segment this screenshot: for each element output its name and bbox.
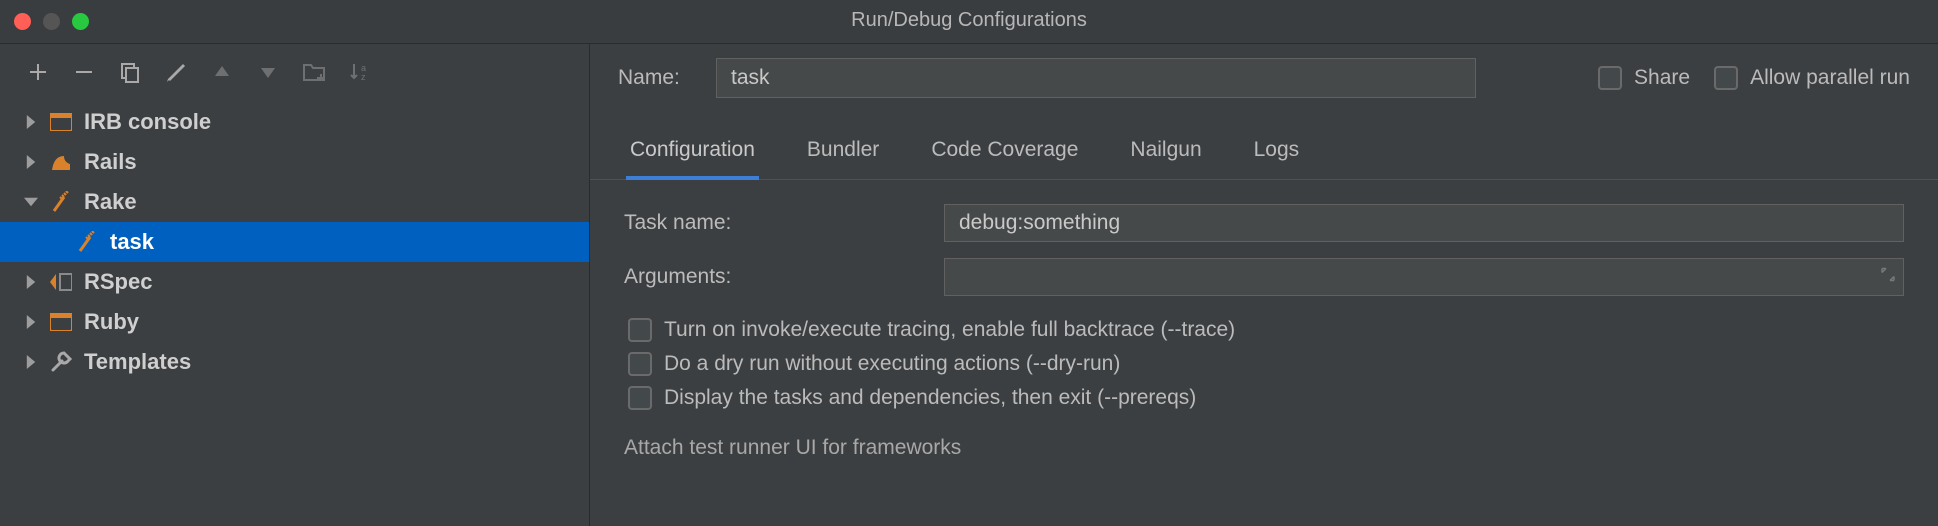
checkbox-label: Do a dry run without executing actions (… <box>664 352 1120 376</box>
dry-run-checkbox[interactable]: Do a dry run without executing actions (… <box>628 352 1904 376</box>
svg-text:z: z <box>361 72 366 82</box>
tree-item-rake-task[interactable]: task <box>0 222 589 262</box>
edit-defaults-button[interactable] <box>162 58 190 86</box>
chevron-right-icon <box>20 351 42 373</box>
ruby-icon <box>48 309 74 335</box>
checkbox-label: Allow parallel run <box>1750 66 1910 90</box>
remove-configuration-button[interactable] <box>70 58 98 86</box>
svg-text:a: a <box>361 63 366 73</box>
name-input[interactable] <box>716 58 1476 98</box>
allow-parallel-run-checkbox[interactable]: Allow parallel run <box>1714 66 1910 90</box>
irb-icon <box>48 109 74 135</box>
window-controls <box>14 13 89 30</box>
move-down-button[interactable] <box>254 58 282 86</box>
checkbox-label: Share <box>1634 66 1690 90</box>
configurations-toolbar: a z <box>0 44 589 100</box>
minimize-window-button[interactable] <box>43 13 60 30</box>
tree-item-rspec[interactable]: RSpec <box>0 262 589 302</box>
tree-item-irb-console[interactable]: IRB console <box>0 102 589 142</box>
checkbox-box-icon <box>628 318 652 342</box>
chevron-right-icon <box>20 271 42 293</box>
wrench-icon <box>48 349 74 375</box>
tree-item-label: Rails <box>84 149 137 175</box>
checkbox-label: Display the tasks and dependencies, then… <box>664 386 1196 410</box>
tree-item-label: Templates <box>84 349 191 375</box>
checkbox-label: Turn on invoke/execute tracing, enable f… <box>664 318 1235 342</box>
tree-item-rake[interactable]: Rake <box>0 182 589 222</box>
configurations-panel: a z IRB console <box>0 44 590 526</box>
tab-configuration[interactable]: Configuration <box>626 128 759 180</box>
chevron-right-icon <box>20 311 42 333</box>
share-checkbox[interactable]: Share <box>1598 66 1690 90</box>
add-configuration-button[interactable] <box>24 58 52 86</box>
folder-button[interactable] <box>300 58 328 86</box>
chevron-down-icon <box>20 191 42 213</box>
tab-nailgun[interactable]: Nailgun <box>1126 128 1205 180</box>
checkbox-box-icon <box>628 386 652 410</box>
configurations-tree[interactable]: IRB console Rails Rake <box>0 100 589 526</box>
trace-checkbox[interactable]: Turn on invoke/execute tracing, enable f… <box>628 318 1904 342</box>
move-up-button[interactable] <box>208 58 236 86</box>
copy-configuration-button[interactable] <box>116 58 144 86</box>
tree-item-label: RSpec <box>84 269 152 295</box>
checkbox-box-icon <box>1714 66 1738 90</box>
chevron-right-icon <box>20 151 42 173</box>
test-runner-section-label: Attach test runner UI for frameworks <box>624 436 1904 460</box>
sort-alpha-button[interactable]: a z <box>346 58 374 86</box>
tree-item-ruby[interactable]: Ruby <box>0 302 589 342</box>
title-bar: Run/Debug Configurations <box>0 0 1938 44</box>
rake-icon <box>48 189 74 215</box>
tree-item-label: Rake <box>84 189 137 215</box>
tab-code-coverage[interactable]: Code Coverage <box>927 128 1082 180</box>
tree-item-templates[interactable]: Templates <box>0 342 589 382</box>
maximize-window-button[interactable] <box>72 13 89 30</box>
name-label: Name: <box>618 66 696 90</box>
task-name-label: Task name: <box>624 211 924 235</box>
configuration-editor: Name: Share Allow parallel run Configura… <box>590 44 1938 526</box>
arguments-label: Arguments: <box>624 265 924 289</box>
tab-bundler[interactable]: Bundler <box>803 128 883 180</box>
arguments-input[interactable] <box>944 258 1904 296</box>
checkbox-box-icon <box>628 352 652 376</box>
tree-item-rails[interactable]: Rails <box>0 142 589 182</box>
window-title: Run/Debug Configurations <box>0 9 1938 32</box>
tree-item-label: IRB console <box>84 109 211 135</box>
tree-item-label: Ruby <box>84 309 139 335</box>
prereqs-checkbox[interactable]: Display the tasks and dependencies, then… <box>628 386 1904 410</box>
tab-logs[interactable]: Logs <box>1250 128 1304 180</box>
close-window-button[interactable] <box>14 13 31 30</box>
chevron-right-icon <box>20 111 42 133</box>
rake-icon <box>74 229 100 255</box>
task-name-input[interactable] <box>944 204 1904 242</box>
rails-icon <box>48 149 74 175</box>
tree-item-label: task <box>110 229 154 255</box>
configuration-tabs: Configuration Bundler Code Coverage Nail… <box>590 128 1938 180</box>
checkbox-box-icon <box>1598 66 1622 90</box>
rspec-icon <box>48 269 74 295</box>
